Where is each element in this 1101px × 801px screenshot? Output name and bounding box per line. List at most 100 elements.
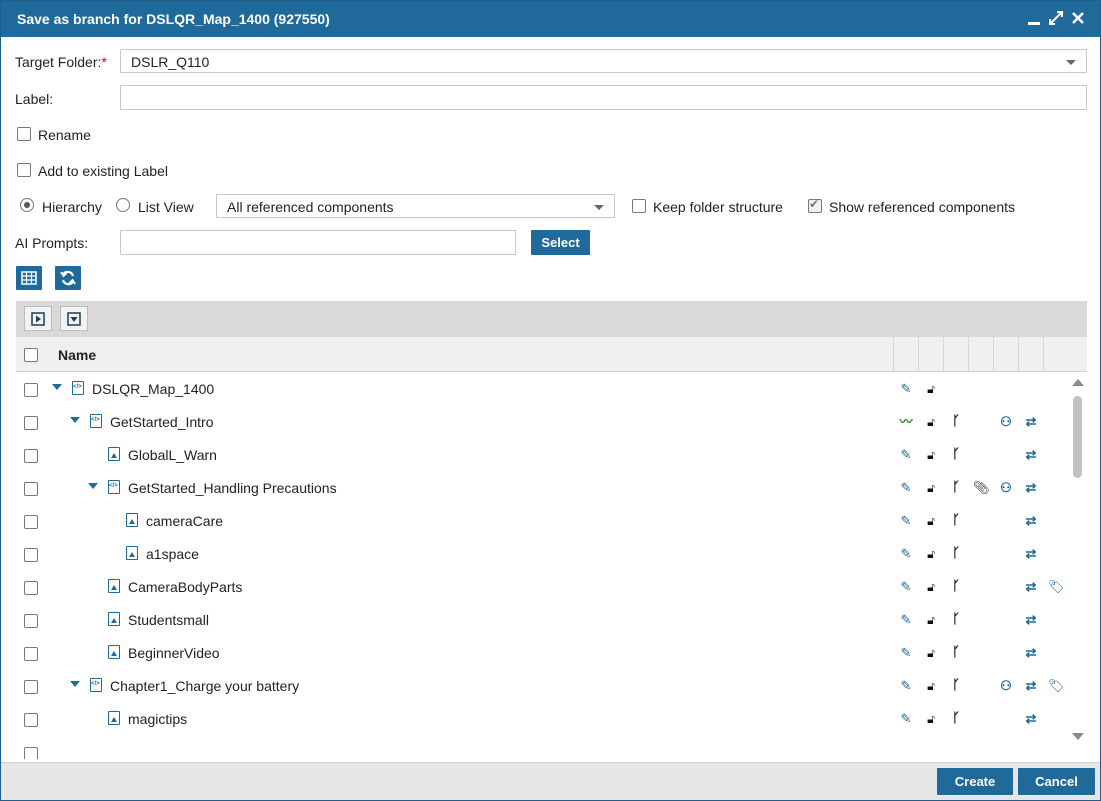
branch-icon[interactable]: ᚴ xyxy=(948,513,964,529)
select-all-checkbox[interactable] xyxy=(24,348,38,362)
component-name[interactable]: a1space xyxy=(146,546,199,562)
list-view-radio[interactable] xyxy=(116,198,130,212)
row-checkbox[interactable] xyxy=(24,614,38,628)
minimize-icon[interactable] xyxy=(1026,9,1042,27)
component-name[interactable]: magictips xyxy=(128,711,187,727)
component-name[interactable]: CameraBodyParts xyxy=(128,579,242,595)
edit-icon[interactable]: ✎ xyxy=(898,480,914,496)
row-checkbox[interactable] xyxy=(24,747,38,759)
table-row[interactable]: Chapter1_Charge your battery ✎ 🔓︎ ᚴ ⚇ ⇄ 🏷︎ xyxy=(16,670,1066,703)
ai-prompts-input[interactable] xyxy=(120,230,516,255)
hierarchy-radio[interactable] xyxy=(20,198,34,212)
branch-icon[interactable]: ᚴ xyxy=(948,711,964,727)
sync-icon[interactable]: ⇄ xyxy=(1023,612,1039,628)
scroll-thumb[interactable] xyxy=(1073,396,1082,478)
sync-icon[interactable]: ⇄ xyxy=(1023,645,1039,661)
unlock-icon[interactable]: 🔓︎ xyxy=(923,678,939,694)
paperclip-icon[interactable]: 📎︎ xyxy=(973,480,990,496)
sync-icon[interactable]: ⇄ xyxy=(1023,678,1039,694)
unlock-icon[interactable]: 🔓︎ xyxy=(923,645,939,661)
branch-icon[interactable]: ᚴ xyxy=(948,612,964,628)
sync-icon[interactable]: ⇄ xyxy=(1023,513,1039,529)
component-name[interactable]: Chapter1_Charge your battery xyxy=(110,678,299,694)
label-input[interactable] xyxy=(120,85,1087,110)
row-checkbox[interactable] xyxy=(24,581,38,595)
unlock-icon[interactable]: 🔓︎ xyxy=(923,711,939,727)
tag-icon[interactable]: 🏷︎ xyxy=(1048,579,1065,595)
close-icon[interactable] xyxy=(1070,9,1086,27)
component-name[interactable]: GlobalL_Warn xyxy=(128,447,217,463)
signature-icon[interactable]: 〰 xyxy=(898,414,914,430)
tree-scrollbar[interactable] xyxy=(1070,375,1086,745)
maximize-icon[interactable] xyxy=(1048,9,1064,27)
edit-icon[interactable]: ✎ xyxy=(898,447,914,463)
expand-toggle-icon[interactable] xyxy=(70,417,80,423)
branch-icon[interactable]: ᚴ xyxy=(948,414,964,430)
table-row[interactable]: CameraBodyParts ✎ 🔓︎ ᚴ ⇄ 🏷︎ xyxy=(16,571,1066,604)
scroll-up-icon[interactable] xyxy=(1072,379,1084,386)
expand-toggle-icon[interactable] xyxy=(52,384,62,390)
table-row[interactable]: DSLQR_Map_1400 ✎ 🔓︎ xyxy=(16,373,1066,406)
show-referenced-components-checkbox[interactable] xyxy=(808,197,822,213)
grid-view-button[interactable] xyxy=(16,266,42,290)
sync-icon[interactable]: ⇄ xyxy=(1023,711,1039,727)
branch-icon[interactable]: ᚴ xyxy=(948,579,964,595)
tag-icon[interactable]: 🏷︎ xyxy=(1048,678,1065,694)
edit-icon[interactable]: ✎ xyxy=(898,546,914,562)
component-name[interactable]: Studentsmall xyxy=(128,612,209,628)
component-filter-select[interactable]: All referenced components xyxy=(216,194,615,218)
table-row[interactable]: GetStarted_Handling Precautions ✎ 🔓︎ ᚴ 📎︎ ⚇ ⇄ xyxy=(16,472,1066,505)
cancel-button[interactable]: Cancel xyxy=(1018,768,1095,795)
table-row[interactable]: GlobalL_Warn ✎ 🔓︎ ᚴ ⇄ xyxy=(16,439,1066,472)
add-to-existing-label-checkbox[interactable] xyxy=(17,163,31,177)
branch-icon[interactable]: ᚴ xyxy=(948,645,964,661)
table-row[interactable]: BeginnerVideo ✎ 🔓︎ ᚴ ⇄ xyxy=(16,637,1066,670)
unlock-icon[interactable]: 🔓︎ xyxy=(923,381,939,397)
table-row[interactable]: GetStarted_Intro 〰 🔓︎ ᚴ ⚇ ⇄ xyxy=(16,406,1066,439)
binoculars-icon[interactable]: ⚇ xyxy=(998,678,1014,694)
row-checkbox[interactable] xyxy=(24,680,38,694)
row-checkbox[interactable] xyxy=(24,713,38,727)
sync-icon[interactable]: ⇄ xyxy=(1023,546,1039,562)
row-checkbox[interactable] xyxy=(24,482,38,496)
binoculars-icon[interactable]: ⚇ xyxy=(998,414,1014,430)
name-column-header[interactable]: Name xyxy=(58,347,96,363)
title-bar[interactable]: Save as branch for DSLQR_Map_1400 (92755… xyxy=(1,1,1100,37)
row-checkbox[interactable] xyxy=(24,383,38,397)
branch-icon[interactable]: ᚴ xyxy=(948,447,964,463)
sync-icon[interactable]: ⇄ xyxy=(1023,480,1039,496)
unlock-icon[interactable]: 🔓︎ xyxy=(923,447,939,463)
sync-icon[interactable]: ⇄ xyxy=(1023,447,1039,463)
row-checkbox[interactable] xyxy=(24,647,38,661)
edit-icon[interactable]: ✎ xyxy=(898,645,914,661)
unlock-icon[interactable]: 🔓︎ xyxy=(923,513,939,529)
keep-folder-structure-checkbox[interactable] xyxy=(632,199,646,213)
branch-icon[interactable]: ᚴ xyxy=(948,546,964,562)
create-button[interactable]: Create xyxy=(937,768,1013,795)
row-checkbox[interactable] xyxy=(24,449,38,463)
expand-toggle-icon[interactable] xyxy=(70,681,80,687)
binoculars-icon[interactable]: ⚇ xyxy=(998,480,1014,496)
component-name[interactable]: GetStarted_Handling Precautions xyxy=(128,480,337,496)
unlock-icon[interactable]: 🔓︎ xyxy=(923,579,939,595)
table-row[interactable]: Studentsmall ✎ 🔓︎ ᚴ ⇄ xyxy=(16,604,1066,637)
target-folder-select[interactable]: DSLR_Q110 xyxy=(120,49,1087,73)
table-row[interactable]: a1space ✎ 🔓︎ ᚴ ⇄ xyxy=(16,538,1066,571)
unlock-icon[interactable]: 🔓︎ xyxy=(923,546,939,562)
row-checkbox[interactable] xyxy=(24,548,38,562)
edit-icon[interactable]: ✎ xyxy=(898,513,914,529)
sync-icon[interactable]: ⇄ xyxy=(1023,579,1039,595)
unlock-icon[interactable]: 🔓︎ xyxy=(923,612,939,628)
component-name[interactable]: GetStarted_Intro xyxy=(110,414,214,430)
scroll-down-icon[interactable] xyxy=(1072,733,1084,740)
select-button[interactable]: Select xyxy=(531,230,590,255)
refresh-button[interactable] xyxy=(55,266,81,290)
table-row[interactable]: magictips ✎ 🔓︎ ᚴ ⇄ xyxy=(16,703,1066,736)
edit-icon[interactable]: ✎ xyxy=(898,612,914,628)
row-checkbox[interactable] xyxy=(24,416,38,430)
component-name[interactable]: cameraCare xyxy=(146,513,223,529)
unlock-icon[interactable]: 🔓︎ xyxy=(923,414,939,430)
branch-icon[interactable]: ᚴ xyxy=(948,678,964,694)
expand-all-button[interactable] xyxy=(24,306,52,331)
sync-icon[interactable]: ⇄ xyxy=(1023,414,1039,430)
